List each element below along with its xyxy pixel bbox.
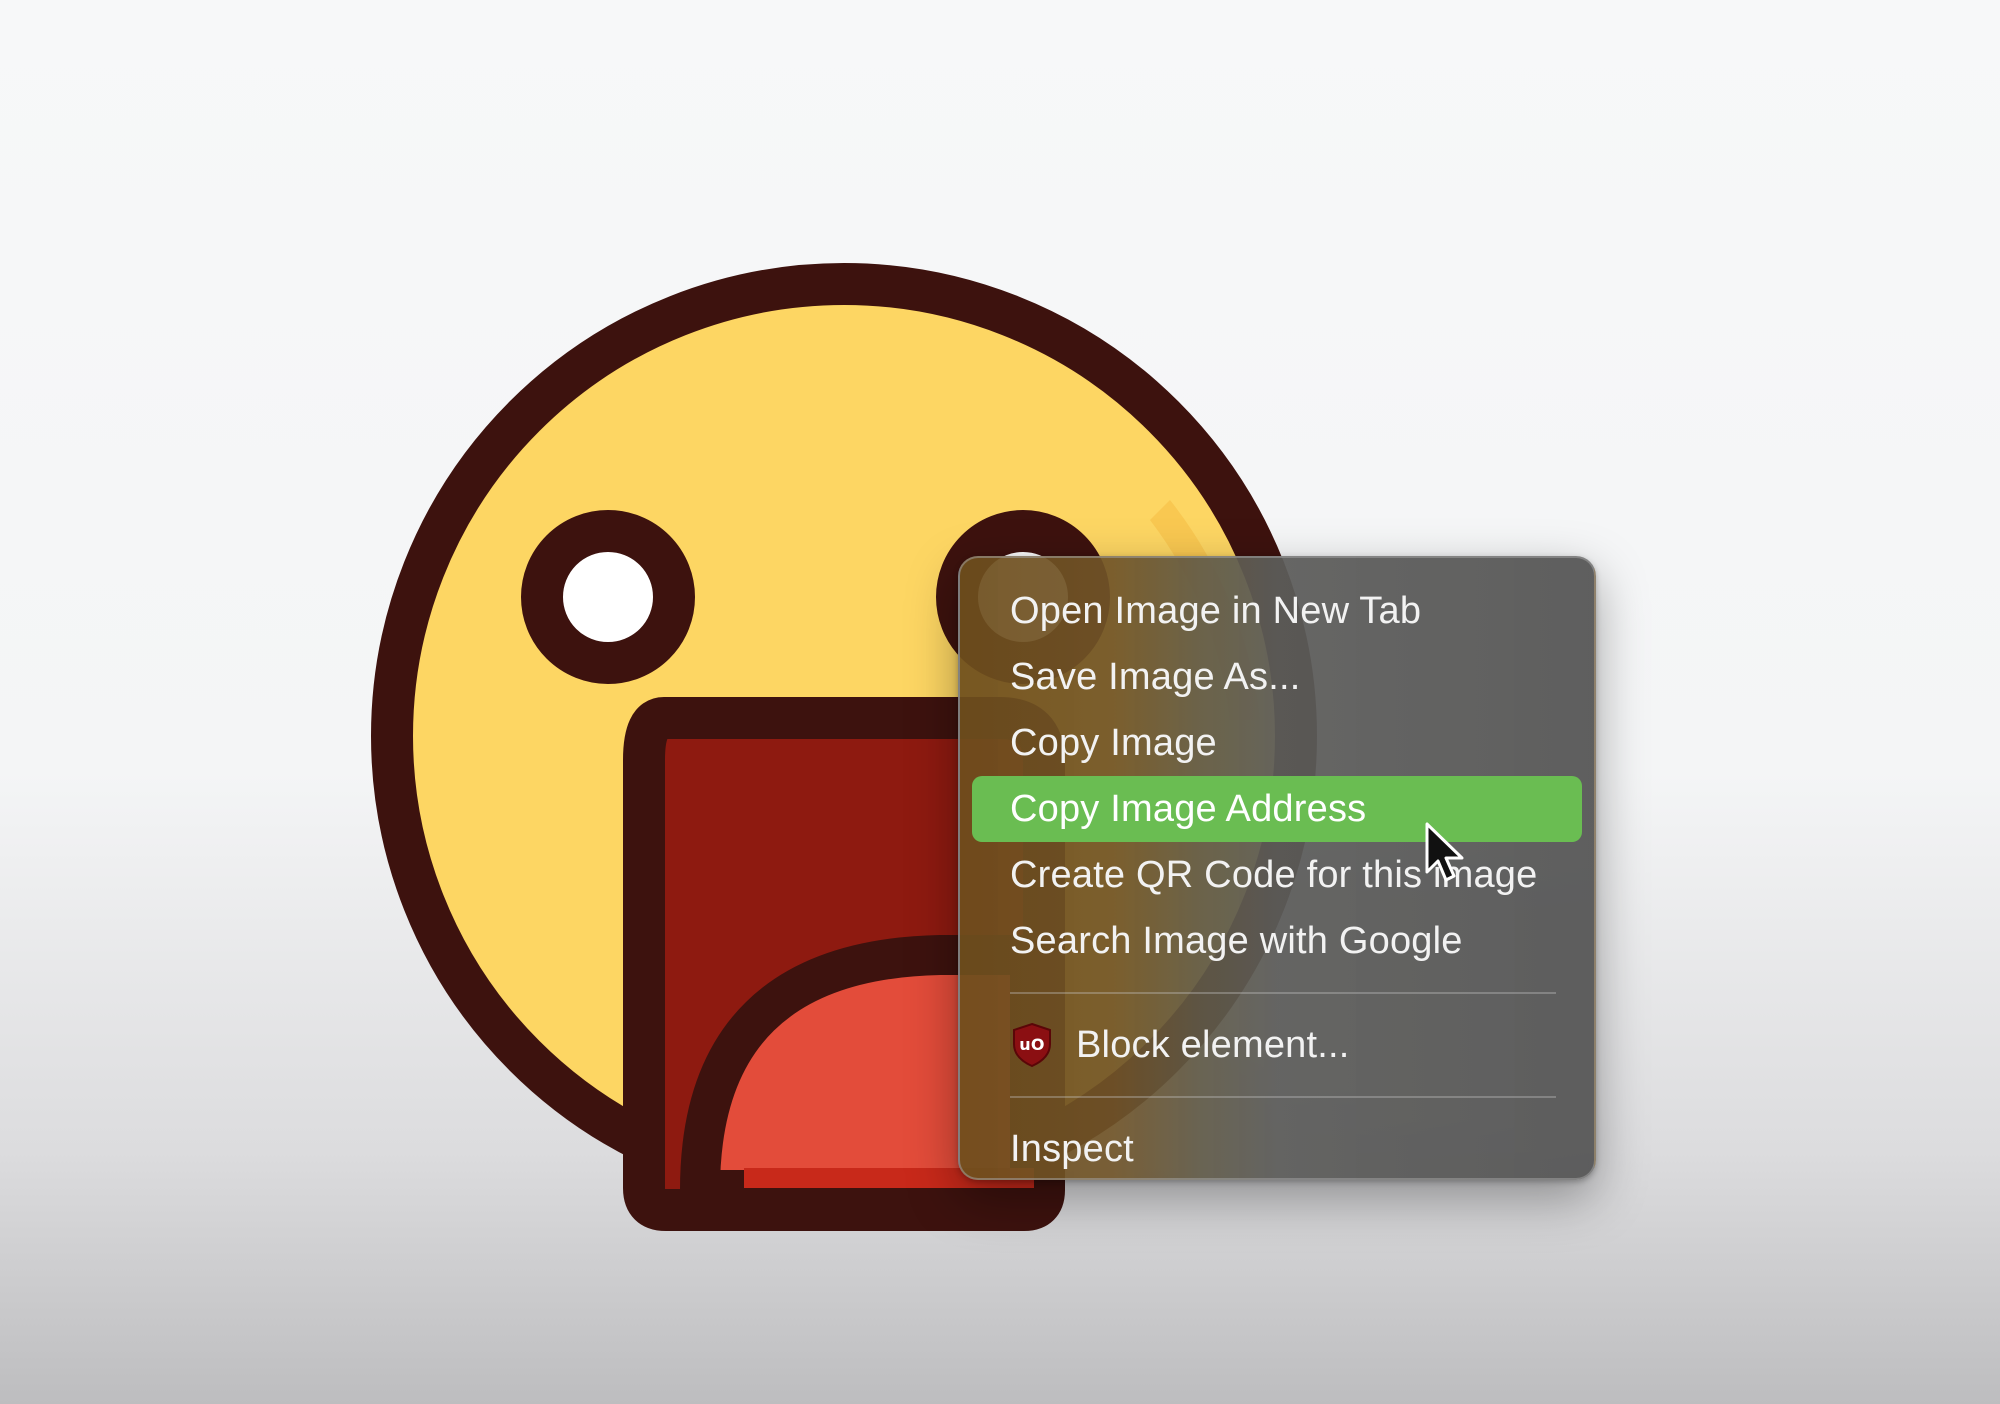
- image-context-menu: Open Image in New Tab Save Image As... C…: [958, 556, 1596, 1180]
- menu-separator: [1010, 1096, 1556, 1098]
- menu-item-block-element[interactable]: uO Block element...: [972, 1012, 1582, 1078]
- menu-item-copy-image[interactable]: Copy Image: [972, 710, 1582, 776]
- menu-item-label: Block element...: [1076, 1023, 1350, 1066]
- menu-item-label: Save Image As...: [1010, 655, 1301, 698]
- ublock-origin-icon: uO: [1010, 1022, 1054, 1068]
- menu-separator: [1010, 992, 1556, 994]
- mouse-pointer-icon: [1425, 822, 1464, 882]
- menu-item-inspect[interactable]: Inspect: [972, 1116, 1582, 1182]
- menu-item-label: Open Image in New Tab: [1010, 589, 1422, 632]
- menu-item-save-image-as[interactable]: Save Image As...: [972, 644, 1582, 710]
- menu-item-copy-image-address[interactable]: Copy Image Address: [972, 776, 1582, 842]
- menu-item-open-image-new-tab[interactable]: Open Image in New Tab: [972, 578, 1582, 644]
- menu-item-label: Copy Image: [1010, 721, 1217, 764]
- menu-item-create-qr-code[interactable]: Create QR Code for this image: [972, 842, 1582, 908]
- menu-item-search-image-google[interactable]: Search Image with Google: [972, 908, 1582, 974]
- svg-text:uO: uO: [1019, 1035, 1044, 1054]
- menu-item-label: Inspect: [1010, 1127, 1134, 1170]
- menu-item-label: Search Image with Google: [1010, 919, 1463, 962]
- emoji-left-eye: [521, 510, 695, 684]
- menu-item-label: Copy Image Address: [1010, 787, 1367, 830]
